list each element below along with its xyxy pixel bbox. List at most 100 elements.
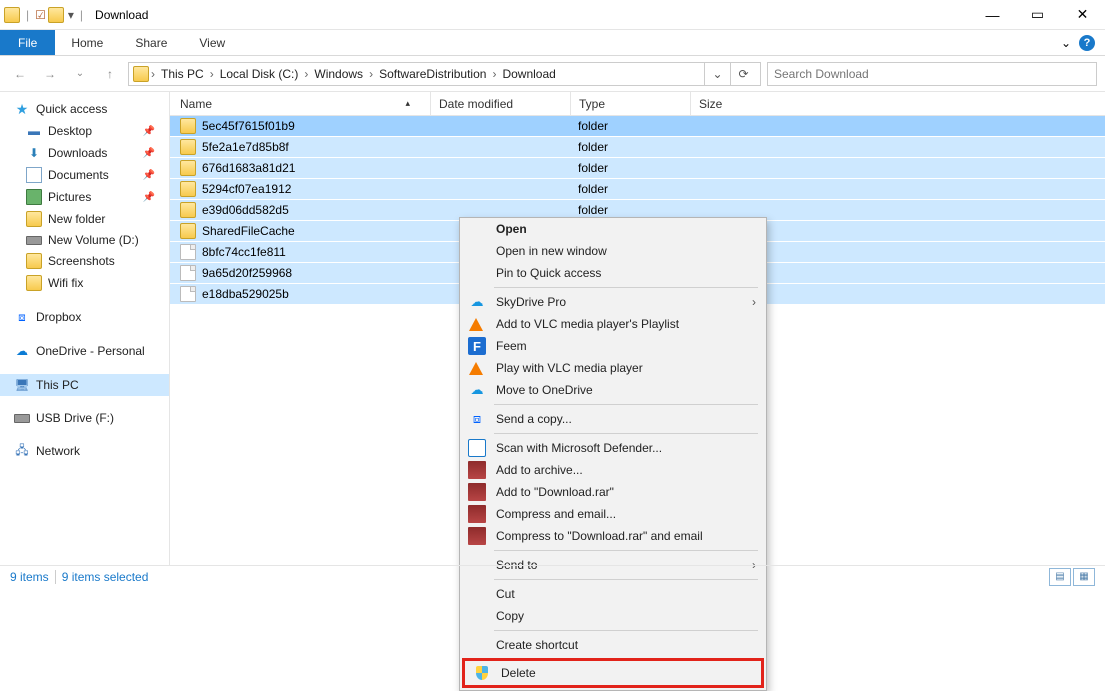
table-row[interactable]: 5ec45f7615f01b9folder <box>170 116 1105 137</box>
checkbox-icon[interactable]: ☑ <box>35 8 46 22</box>
forward-button[interactable]: → <box>38 62 62 86</box>
ctx-delete[interactable]: Delete <box>465 661 761 685</box>
share-tab[interactable]: Share <box>119 30 183 55</box>
back-button[interactable]: ← <box>8 62 32 86</box>
file-name: SharedFileCache <box>202 224 295 238</box>
up-button[interactable]: ↑ <box>98 62 122 86</box>
file-type: folder <box>570 161 690 175</box>
status-selected-count: 9 items selected <box>62 570 149 584</box>
sidebar-item-screenshots[interactable]: Screenshots <box>0 250 169 272</box>
sidebar-item-this-pc[interactable]: 🖥This PC <box>0 374 169 396</box>
ctx-create-shortcut[interactable]: Create shortcut <box>460 634 766 656</box>
sidebar-item-usb[interactable]: USB Drive (F:) <box>0 408 169 428</box>
table-row[interactable]: 5294cf07ea1912folder <box>170 179 1105 200</box>
sidebar-item-dropbox[interactable]: ⧈Dropbox <box>0 306 169 328</box>
chevron-right-icon: › <box>752 295 756 309</box>
context-menu: Open Open in new window Pin to Quick acc… <box>459 217 767 691</box>
sidebar-item-pictures[interactable]: Pictures📌 <box>0 186 169 208</box>
ctx-skydrive-pro[interactable]: ☁SkyDrive Pro› <box>460 291 766 313</box>
home-tab[interactable]: Home <box>55 30 119 55</box>
file-list-pane: Name▴ Date modified Type Size 5ec45f7615… <box>170 92 1105 565</box>
sidebar-item-downloads[interactable]: ⬇Downloads📌 <box>0 142 169 164</box>
file-name: 5fe2a1e7d85b8f <box>202 140 289 154</box>
address-dropdown[interactable]: ⌄ <box>704 63 730 85</box>
breadcrumb[interactable]: Windows <box>310 67 367 81</box>
ctx-defender-scan[interactable]: Scan with Microsoft Defender... <box>460 437 766 459</box>
ctx-open[interactable]: Open <box>460 218 766 240</box>
folder-icon <box>48 7 64 23</box>
folder-icon <box>133 66 149 82</box>
pin-icon: 📌 <box>143 148 155 159</box>
sidebar-item-new-folder[interactable]: New folder <box>0 208 169 230</box>
file-name: e18dba529025b <box>202 287 289 301</box>
file-tab[interactable]: File <box>0 30 55 55</box>
ctx-feem[interactable]: FFeem <box>460 335 766 357</box>
table-row[interactable]: 676d1683a81d21 folder <box>170 158 1105 179</box>
winrar-icon <box>468 527 486 545</box>
help-icon[interactable]: ? <box>1079 35 1095 51</box>
ctx-compress-email[interactable]: Compress and email... <box>460 503 766 525</box>
file-name: 676d1683a81d21 <box>202 161 295 175</box>
column-type[interactable]: Type <box>570 92 690 115</box>
address-bar-row: ← → ⌄ ↑ › This PC› Local Disk (C:)› Wind… <box>0 56 1105 92</box>
breadcrumb[interactable]: Local Disk (C:) <box>216 67 303 81</box>
cloud-icon: ☁ <box>468 381 486 399</box>
ctx-send-copy[interactable]: ⧈Send a copy... <box>460 408 766 430</box>
column-date[interactable]: Date modified <box>430 92 570 115</box>
recent-dropdown[interactable]: ⌄ <box>68 62 92 86</box>
sidebar-item-documents[interactable]: Documents📌 <box>0 164 169 186</box>
highlight-box: Delete <box>462 658 764 688</box>
file-type: folder <box>570 119 690 133</box>
file-type: folder <box>570 140 690 154</box>
sidebar-item-desktop[interactable]: ▬Desktop📌 <box>0 120 169 142</box>
defender-icon <box>468 439 486 457</box>
minimize-button[interactable]: — <box>970 0 1015 30</box>
ctx-compress-rar-email[interactable]: Compress to "Download.rar" and email <box>460 525 766 547</box>
ctx-pin-quick-access[interactable]: Pin to Quick access <box>460 262 766 284</box>
ctx-vlc-playlist[interactable]: Add to VLC media player's Playlist <box>460 313 766 335</box>
shield-icon <box>476 666 488 680</box>
folder-icon <box>180 223 196 239</box>
vlc-icon <box>469 362 483 375</box>
sidebar-item-network[interactable]: 🖧Network <box>0 440 169 462</box>
sidebar-item-new-volume[interactable]: New Volume (D:) <box>0 230 169 250</box>
column-size[interactable]: Size <box>690 92 770 115</box>
winrar-icon <box>468 505 486 523</box>
refresh-button[interactable]: ⟳ <box>730 63 756 85</box>
sidebar-item-wifi-fix[interactable]: Wifi fix <box>0 272 169 294</box>
sort-indicator-icon: ▴ <box>405 98 410 109</box>
address-bar[interactable]: › This PC› Local Disk (C:)› Windows› Sof… <box>128 62 761 86</box>
ctx-add-download-rar[interactable]: Add to "Download.rar" <box>460 481 766 503</box>
ctx-vlc-play[interactable]: Play with VLC media player <box>460 357 766 379</box>
table-row[interactable]: 5fe2a1e7d85b8f folder <box>170 137 1105 158</box>
file-icon <box>180 286 196 302</box>
sidebar-item-quick-access[interactable]: ★Quick access <box>0 98 169 120</box>
vlc-icon <box>469 318 483 331</box>
ctx-open-new-window[interactable]: Open in new window <box>460 240 766 262</box>
ctx-copy[interactable]: Copy <box>460 605 766 627</box>
breadcrumb[interactable]: Download <box>498 67 559 81</box>
column-name[interactable]: Name▴ <box>170 97 430 111</box>
breadcrumb[interactable]: This PC <box>157 67 208 81</box>
file-icon <box>180 244 196 260</box>
navigation-pane: ★Quick access ▬Desktop📌 ⬇Downloads📌 Docu… <box>0 92 170 565</box>
view-thumbnails-button[interactable]: ▦ <box>1073 568 1095 586</box>
sidebar-item-onedrive[interactable]: ☁OneDrive - Personal <box>0 340 169 362</box>
view-tab[interactable]: View <box>183 30 241 55</box>
status-item-count: 9 items <box>10 570 49 584</box>
ribbon-expand[interactable]: ⌄ <box>1061 36 1071 50</box>
close-button[interactable]: ✕ <box>1060 0 1105 30</box>
search-input[interactable] <box>767 62 1097 86</box>
ctx-move-onedrive[interactable]: ☁Move to OneDrive <box>460 379 766 401</box>
file-type: folder <box>570 182 690 196</box>
ctx-add-archive[interactable]: Add to archive... <box>460 459 766 481</box>
title-bar: | ☑ ▾ | Download — ▭ ✕ <box>0 0 1105 30</box>
folder-icon <box>180 202 196 218</box>
breadcrumb[interactable]: SoftwareDistribution <box>375 67 490 81</box>
view-details-button[interactable]: ▤ <box>1049 568 1071 586</box>
feem-icon: F <box>468 337 486 355</box>
status-bar: 9 items 9 items selected ▤ ▦ <box>0 565 1105 587</box>
maximize-button[interactable]: ▭ <box>1015 0 1060 30</box>
folder-icon <box>180 160 196 176</box>
folder-icon <box>4 7 20 23</box>
